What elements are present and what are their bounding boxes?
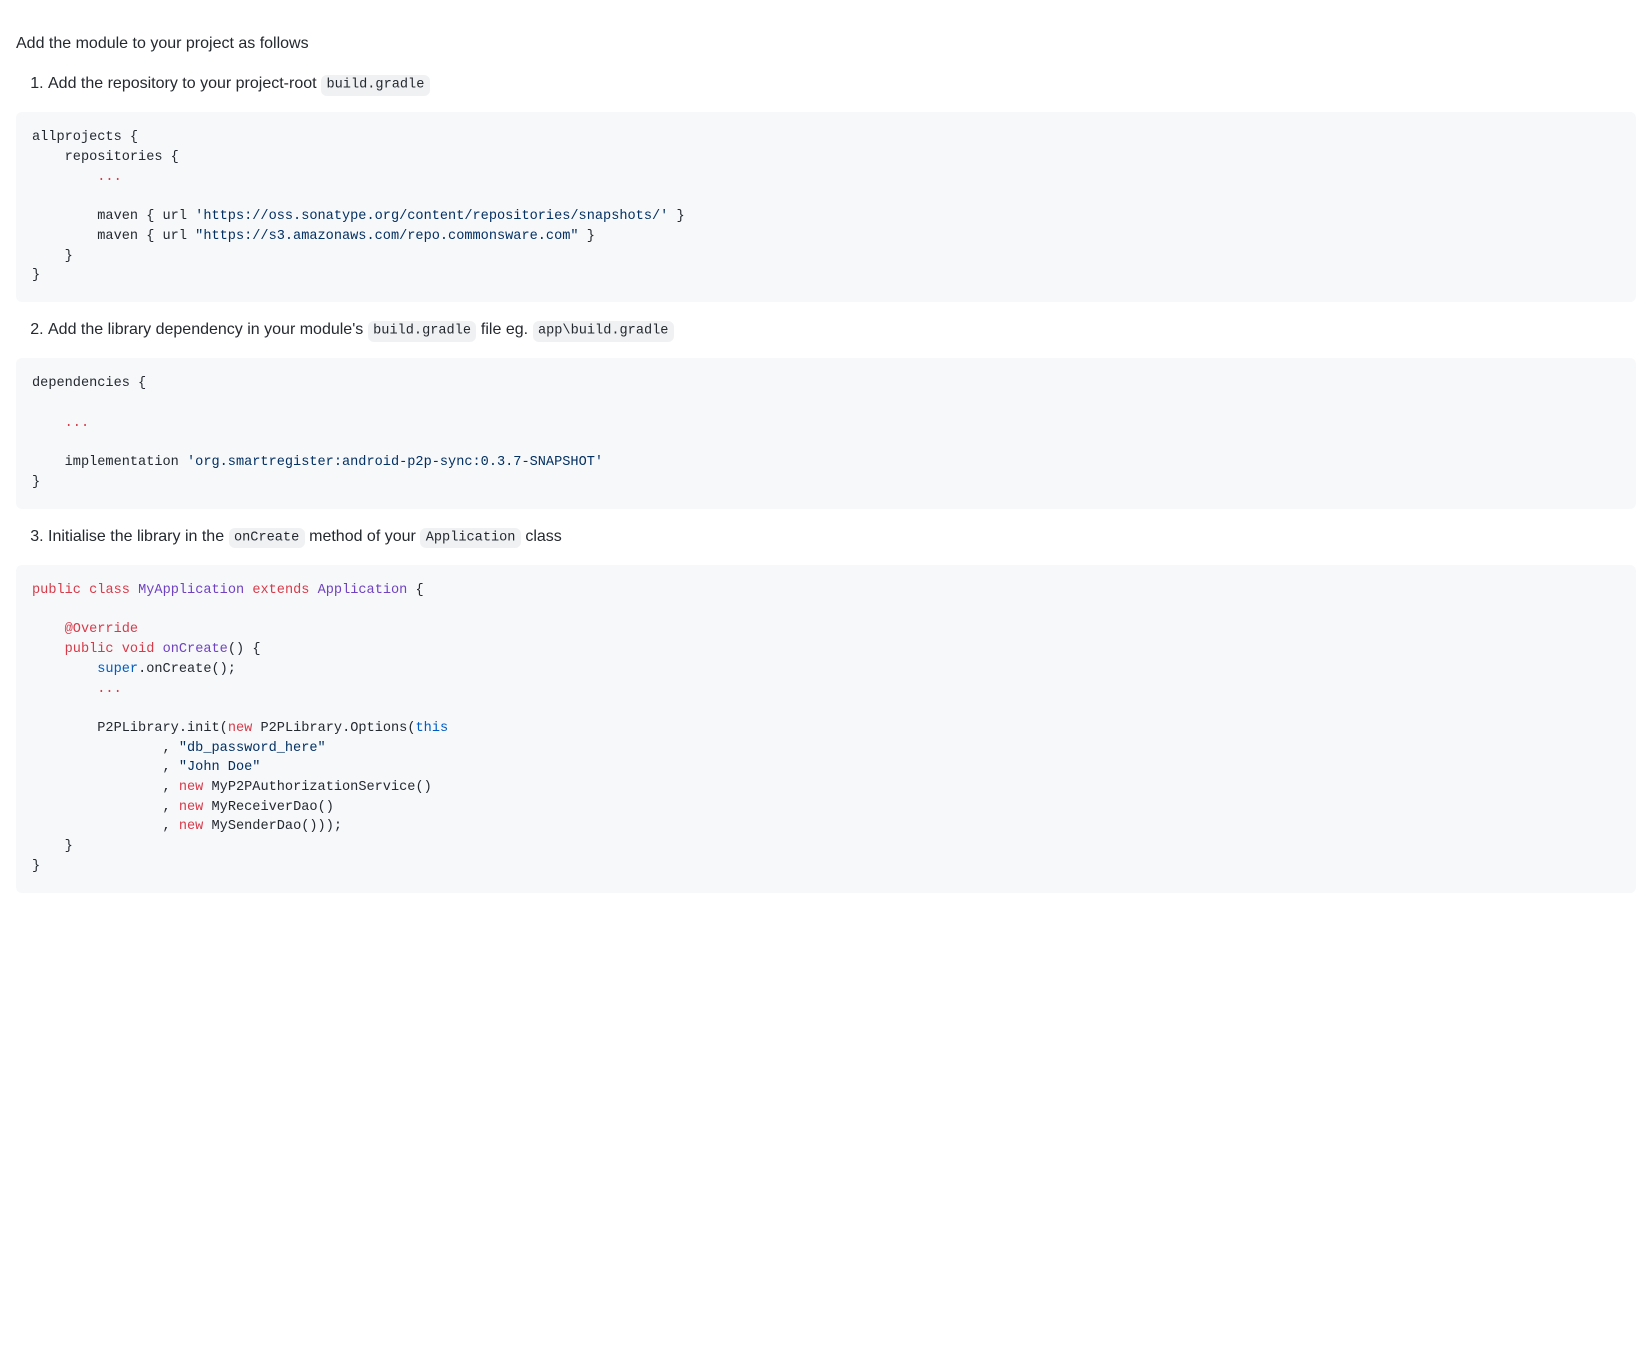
step3-inline-code-2: Application — [420, 528, 521, 548]
step-1: Add the repository to your project-root … — [48, 72, 1636, 96]
step2-text-mid: file eg. — [476, 321, 532, 338]
codeblock-1: allprojects { repositories { ... maven {… — [16, 112, 1636, 302]
step-2: Add the library dependency in your modul… — [48, 318, 1636, 342]
step2-text-before: Add the library dependency in your modul… — [48, 321, 368, 338]
step3-text-before: Initialise the library in the — [48, 528, 229, 545]
intro-text: Add the module to your project as follow… — [16, 32, 1636, 56]
step3-text-mid: method of your — [305, 528, 421, 545]
codeblock-2: dependencies { ... implementation 'org.s… — [16, 358, 1636, 508]
step3-text-after: class — [521, 528, 562, 545]
step1-text: Add the repository to your project-root — [48, 75, 321, 92]
step2-inline-code-1: build.gradle — [368, 321, 477, 341]
step-3: Initialise the library in the onCreate m… — [48, 525, 1636, 549]
codeblock-3: public class MyApplication extends Appli… — [16, 565, 1636, 893]
step1-inline-code: build.gradle — [321, 75, 430, 95]
step2-inline-code-2: app\build.gradle — [533, 321, 674, 341]
step3-inline-code-1: onCreate — [229, 528, 305, 548]
